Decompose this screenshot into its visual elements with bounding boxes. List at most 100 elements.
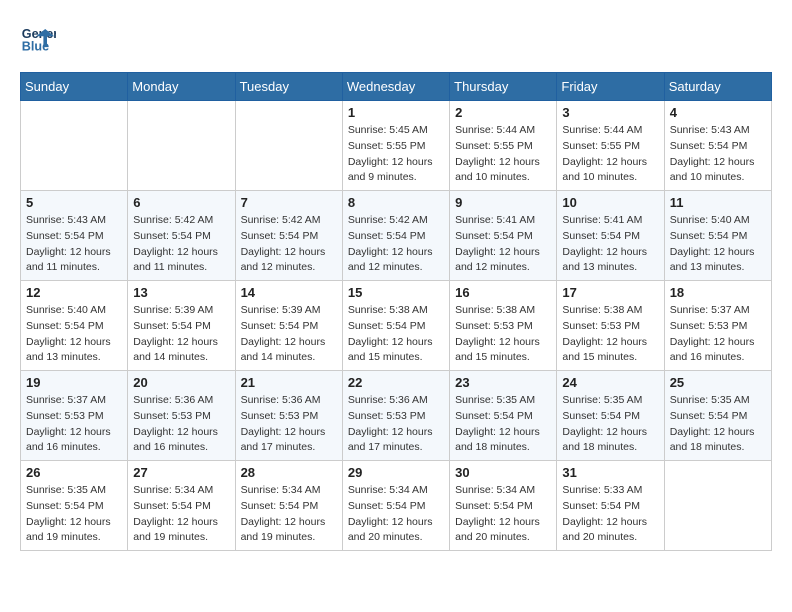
day-info: Sunrise: 5:43 AM Sunset: 5:54 PM Dayligh…	[670, 123, 766, 186]
day-info: Sunrise: 5:36 AM Sunset: 5:53 PM Dayligh…	[241, 393, 337, 456]
calendar-cell: 22 Sunrise: 5:36 AM Sunset: 5:53 PM Dayli…	[342, 371, 449, 461]
day-number: 19	[26, 375, 122, 390]
day-number: 31	[562, 465, 658, 480]
day-number: 29	[348, 465, 444, 480]
day-header-sunday: Sunday	[21, 73, 128, 101]
day-info: Sunrise: 5:36 AM Sunset: 5:53 PM Dayligh…	[133, 393, 229, 456]
calendar-cell: 15Sunrise: 5:38 AM Sunset: 5:54 PM Dayli…	[342, 281, 449, 371]
day-number: 9	[455, 195, 551, 210]
day-info: Sunrise: 5:34 AM Sunset: 5:54 PM Dayligh…	[133, 483, 229, 546]
calendar-cell	[664, 461, 771, 551]
calendar-cell: 9 Sunrise: 5:41 AM Sunset: 5:54 PM Daylig…	[450, 191, 557, 281]
calendar-cell: 27 Sunrise: 5:34 AM Sunset: 5:54 PM Dayli…	[128, 461, 235, 551]
day-number: 10	[562, 195, 658, 210]
day-info: Sunrise: 5:35 AM Sunset: 5:54 PM Dayligh…	[562, 393, 658, 456]
day-header-wednesday: Wednesday	[342, 73, 449, 101]
calendar-cell: 10 Sunrise: 5:41 AM Sunset: 5:54 PM Dayli…	[557, 191, 664, 281]
day-info: Sunrise: 5:42 AM Sunset: 5:54 PM Dayligh…	[241, 213, 337, 276]
day-number: 30	[455, 465, 551, 480]
day-header-saturday: Saturday	[664, 73, 771, 101]
calendar-week-row: 5Sunrise: 5:43 AM Sunset: 5:54 PM Daylig…	[21, 191, 772, 281]
day-info: Sunrise: 5:44 AM Sunset: 5:55 PM Dayligh…	[455, 123, 551, 186]
day-number: 6	[133, 195, 229, 210]
day-number: 3	[562, 105, 658, 120]
calendar-cell: 24 Sunrise: 5:35 AM Sunset: 5:54 PM Dayli…	[557, 371, 664, 461]
calendar-cell: 16Sunrise: 5:38 AM Sunset: 5:53 PM Dayli…	[450, 281, 557, 371]
calendar-cell: 21Sunrise: 5:36 AM Sunset: 5:53 PM Dayli…	[235, 371, 342, 461]
day-number: 12	[26, 285, 122, 300]
day-info: Sunrise: 5:39 AM Sunset: 5:54 PM Dayligh…	[241, 303, 337, 366]
calendar-cell: 3 Sunrise: 5:44 AM Sunset: 5:55 PM Daylig…	[557, 101, 664, 191]
day-number: 15	[348, 285, 444, 300]
day-number: 20	[133, 375, 229, 390]
day-number: 7	[241, 195, 337, 210]
day-info: Sunrise: 5:35 AM Sunset: 5:54 PM Dayligh…	[455, 393, 551, 456]
day-number: 22	[348, 375, 444, 390]
calendar-week-row: 12 Sunrise: 5:40 AM Sunset: 5:54 PM Dayli…	[21, 281, 772, 371]
calendar-cell: 14Sunrise: 5:39 AM Sunset: 5:54 PM Dayli…	[235, 281, 342, 371]
calendar-cell: 4 Sunrise: 5:43 AM Sunset: 5:54 PM Daylig…	[664, 101, 771, 191]
day-info: Sunrise: 5:39 AM Sunset: 5:54 PM Dayligh…	[133, 303, 229, 366]
calendar-cell: 13 Sunrise: 5:39 AM Sunset: 5:54 PM Dayli…	[128, 281, 235, 371]
calendar-cell: 18Sunrise: 5:37 AM Sunset: 5:53 PM Dayli…	[664, 281, 771, 371]
day-info: Sunrise: 5:43 AM Sunset: 5:54 PM Dayligh…	[26, 213, 122, 276]
day-header-monday: Monday	[128, 73, 235, 101]
calendar-cell: 5Sunrise: 5:43 AM Sunset: 5:54 PM Daylig…	[21, 191, 128, 281]
calendar-cell: 6 Sunrise: 5:42 AM Sunset: 5:54 PM Daylig…	[128, 191, 235, 281]
day-number: 4	[670, 105, 766, 120]
calendar-cell: 31 Sunrise: 5:33 AM Sunset: 5:54 PM Dayli…	[557, 461, 664, 551]
day-number: 28	[241, 465, 337, 480]
day-info: Sunrise: 5:41 AM Sunset: 5:54 PM Dayligh…	[455, 213, 551, 276]
day-info: Sunrise: 5:42 AM Sunset: 5:54 PM Dayligh…	[348, 213, 444, 276]
calendar-cell	[235, 101, 342, 191]
day-header-thursday: Thursday	[450, 73, 557, 101]
calendar-cell: 20 Sunrise: 5:36 AM Sunset: 5:53 PM Dayli…	[128, 371, 235, 461]
day-number: 8	[348, 195, 444, 210]
day-number: 2	[455, 105, 551, 120]
calendar-cell: 29 Sunrise: 5:34 AM Sunset: 5:54 PM Dayli…	[342, 461, 449, 551]
day-header-friday: Friday	[557, 73, 664, 101]
logo-icon: General Blue	[20, 20, 56, 56]
day-info: Sunrise: 5:37 AM Sunset: 5:53 PM Dayligh…	[670, 303, 766, 366]
calendar-cell: 17 Sunrise: 5:38 AM Sunset: 5:53 PM Dayli…	[557, 281, 664, 371]
day-info: Sunrise: 5:34 AM Sunset: 5:54 PM Dayligh…	[455, 483, 551, 546]
day-number: 11	[670, 195, 766, 210]
day-info: Sunrise: 5:45 AM Sunset: 5:55 PM Dayligh…	[348, 123, 444, 186]
day-info: Sunrise: 5:38 AM Sunset: 5:53 PM Dayligh…	[562, 303, 658, 366]
day-number: 25	[670, 375, 766, 390]
calendar-cell: 30 Sunrise: 5:34 AM Sunset: 5:54 PM Dayli…	[450, 461, 557, 551]
calendar-cell: 12 Sunrise: 5:40 AM Sunset: 5:54 PM Dayli…	[21, 281, 128, 371]
calendar-table: SundayMondayTuesdayWednesdayThursdayFrid…	[20, 72, 772, 551]
calendar-cell: 28Sunrise: 5:34 AM Sunset: 5:54 PM Dayli…	[235, 461, 342, 551]
calendar-cell: 25 Sunrise: 5:35 AM Sunset: 5:54 PM Dayli…	[664, 371, 771, 461]
day-info: Sunrise: 5:33 AM Sunset: 5:54 PM Dayligh…	[562, 483, 658, 546]
day-info: Sunrise: 5:34 AM Sunset: 5:54 PM Dayligh…	[348, 483, 444, 546]
calendar-cell: 7 Sunrise: 5:42 AM Sunset: 5:54 PM Daylig…	[235, 191, 342, 281]
day-info: Sunrise: 5:40 AM Sunset: 5:54 PM Dayligh…	[26, 303, 122, 366]
day-number: 17	[562, 285, 658, 300]
day-info: Sunrise: 5:35 AM Sunset: 5:54 PM Dayligh…	[670, 393, 766, 456]
day-number: 24	[562, 375, 658, 390]
logo: General Blue	[20, 20, 56, 56]
day-info: Sunrise: 5:44 AM Sunset: 5:55 PM Dayligh…	[562, 123, 658, 186]
day-info: Sunrise: 5:41 AM Sunset: 5:54 PM Dayligh…	[562, 213, 658, 276]
calendar-cell: 1Sunrise: 5:45 AM Sunset: 5:55 PM Daylig…	[342, 101, 449, 191]
calendar-cell: 26 Sunrise: 5:35 AM Sunset: 5:54 PM Dayli…	[21, 461, 128, 551]
calendar-week-row: 26 Sunrise: 5:35 AM Sunset: 5:54 PM Dayli…	[21, 461, 772, 551]
page-header: General Blue	[20, 20, 772, 56]
day-number: 26	[26, 465, 122, 480]
day-info: Sunrise: 5:40 AM Sunset: 5:54 PM Dayligh…	[670, 213, 766, 276]
day-info: Sunrise: 5:35 AM Sunset: 5:54 PM Dayligh…	[26, 483, 122, 546]
day-info: Sunrise: 5:38 AM Sunset: 5:53 PM Dayligh…	[455, 303, 551, 366]
calendar-cell	[128, 101, 235, 191]
calendar-cell	[21, 101, 128, 191]
calendar-cell: 2 Sunrise: 5:44 AM Sunset: 5:55 PM Daylig…	[450, 101, 557, 191]
day-info: Sunrise: 5:36 AM Sunset: 5:53 PM Dayligh…	[348, 393, 444, 456]
day-number: 23	[455, 375, 551, 390]
calendar-week-row: 19Sunrise: 5:37 AM Sunset: 5:53 PM Dayli…	[21, 371, 772, 461]
day-number: 13	[133, 285, 229, 300]
day-info: Sunrise: 5:42 AM Sunset: 5:54 PM Dayligh…	[133, 213, 229, 276]
calendar-week-row: 1Sunrise: 5:45 AM Sunset: 5:55 PM Daylig…	[21, 101, 772, 191]
calendar-cell: 19Sunrise: 5:37 AM Sunset: 5:53 PM Dayli…	[21, 371, 128, 461]
day-number: 27	[133, 465, 229, 480]
